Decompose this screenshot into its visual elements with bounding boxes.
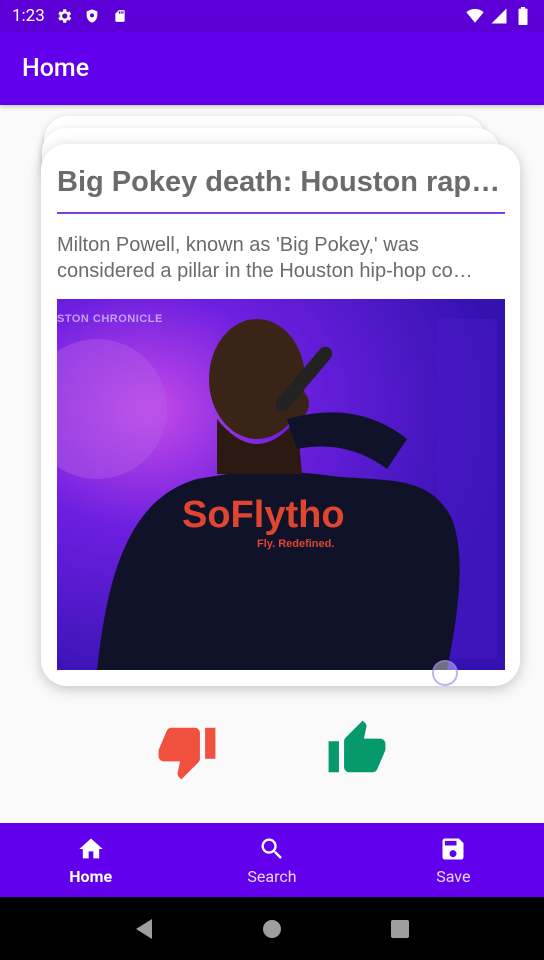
gear-icon <box>55 7 73 25</box>
like-button[interactable] <box>322 716 392 782</box>
nav-item-search[interactable]: Search <box>181 823 362 897</box>
battery-icon <box>514 7 532 25</box>
page-title: Home <box>22 54 90 83</box>
nav-item-home[interactable]: Home <box>0 823 181 897</box>
swipe-handle[interactable] <box>432 660 458 686</box>
article-description: Milton Powell, known as 'Big Pokey,' was… <box>57 234 473 282</box>
wifi-icon <box>466 7 484 25</box>
system-navigation-bar <box>0 897 544 960</box>
home-icon <box>77 835 105 863</box>
nav-label-save: Save <box>436 866 471 886</box>
thumbs-down-icon <box>158 727 216 780</box>
title-divider <box>57 212 505 214</box>
recents-icon[interactable] <box>388 917 412 941</box>
back-icon[interactable] <box>132 917 156 941</box>
app-bar: Home <box>0 32 544 105</box>
save-icon <box>439 835 467 863</box>
home-circle-icon[interactable] <box>260 917 284 941</box>
nav-label-search: Search <box>247 866 297 886</box>
dislike-button[interactable] <box>152 718 222 784</box>
shirt-logo-text: SoFlytho <box>182 494 345 536</box>
status-time: 1:23 <box>12 6 45 26</box>
article-image: SoFlytho Fly. Redefined. STON CHRONICLE <box>57 299 505 670</box>
nav-item-save[interactable]: Save <box>363 823 544 897</box>
thumbs-up-icon <box>328 720 386 773</box>
nav-label-home: Home <box>69 866 113 886</box>
shield-icon <box>83 7 101 25</box>
signal-icon <box>490 7 508 25</box>
image-watermark: STON CHRONICLE <box>57 313 163 325</box>
sd-card-icon <box>111 7 129 25</box>
status-bar: 1:23 <box>0 0 544 32</box>
article-title: Big Pokey death: Houston rap… <box>57 166 501 198</box>
search-icon <box>258 835 286 863</box>
article-card[interactable]: Big Pokey death: Houston rap… Milton Pow… <box>41 144 520 686</box>
shirt-tagline-text: Fly. Redefined. <box>257 538 334 550</box>
bottom-navigation: Home Search Save <box>0 823 544 897</box>
